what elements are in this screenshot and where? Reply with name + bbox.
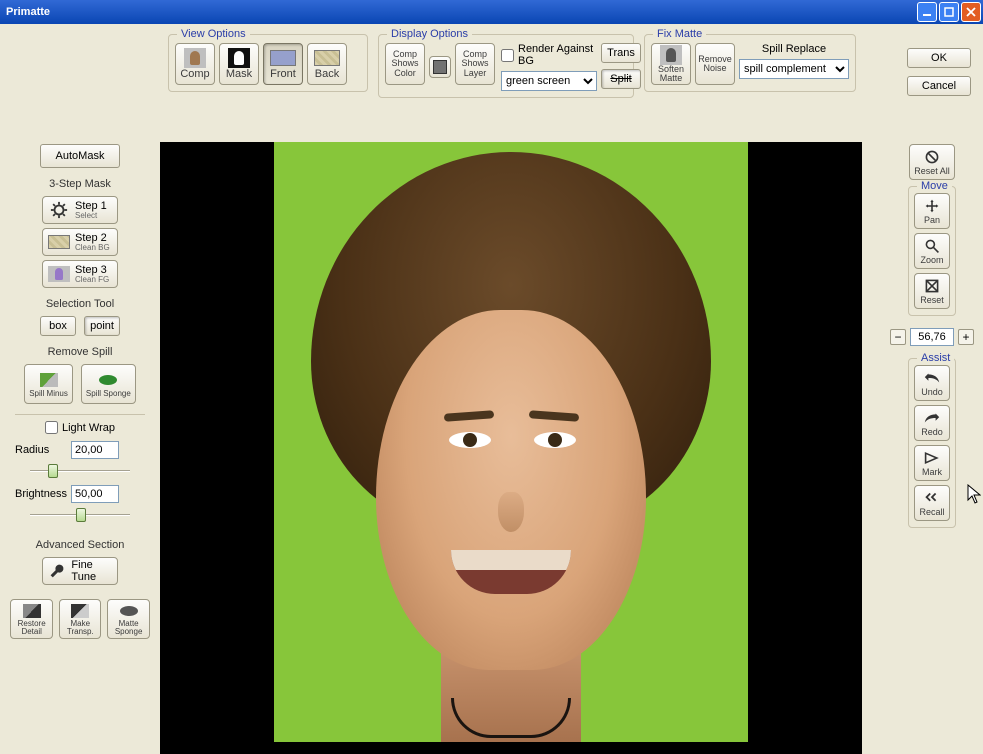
zoom-out-button[interactable]: −	[890, 329, 906, 345]
pan-button[interactable]: Pan	[914, 193, 950, 229]
close-button[interactable]	[961, 2, 981, 22]
automask-button[interactable]: AutoMask	[40, 144, 120, 168]
fix-matte-group: Fix Matte Soften Matte Remove Noise Spil…	[644, 34, 856, 92]
move-legend: Move	[917, 180, 952, 192]
brightness-label: Brightness	[15, 488, 65, 500]
step2-button[interactable]: Step 2Clean BG	[42, 228, 118, 256]
left-panel: AutoMask 3-Step Mask Step 1Select Step 2…	[10, 144, 150, 639]
ok-button[interactable]: OK	[907, 48, 971, 68]
comp-button[interactable]: Comp	[175, 43, 215, 85]
remove-spill-label: Remove Spill	[48, 346, 113, 358]
recall-icon	[922, 490, 942, 506]
radius-label: Radius	[15, 444, 65, 456]
front-button[interactable]: Front	[263, 43, 303, 85]
zoom-value-input[interactable]	[910, 328, 954, 346]
right-panel: Reset All Move Pan Zoom Reset −	[887, 144, 977, 530]
spill-minus-button[interactable]: Spill Minus	[24, 364, 73, 404]
swatch-icon	[433, 60, 447, 74]
step2-icon	[47, 233, 71, 251]
front-icon	[270, 49, 296, 67]
back-button[interactable]: Back	[307, 43, 347, 85]
back-icon	[314, 49, 340, 67]
zoom-button[interactable]: Zoom	[914, 233, 950, 269]
fix-matte-legend: Fix Matte	[653, 28, 706, 40]
titlebar: Primatte	[0, 0, 983, 24]
reset-all-icon	[922, 149, 942, 165]
radius-slider[interactable]	[30, 463, 130, 479]
fine-tune-button[interactable]: Fine Tune	[42, 557, 118, 585]
brightness-input[interactable]	[71, 485, 119, 503]
split-button[interactable]: Split	[601, 69, 641, 89]
minimize-button[interactable]	[917, 2, 937, 22]
reset-move-button[interactable]: Reset	[914, 273, 950, 309]
three-step-label: 3-Step Mask	[49, 178, 111, 190]
spill-sponge-button[interactable]: Spill Sponge	[81, 364, 136, 404]
brightness-slider[interactable]	[30, 507, 130, 523]
soften-icon	[658, 46, 684, 64]
zoom-in-button[interactable]: +	[958, 329, 974, 345]
make-transp-button[interactable]: Make Transp.	[59, 599, 101, 639]
bg-select[interactable]: green screen	[501, 71, 597, 91]
point-tool-button[interactable]: point	[84, 316, 120, 336]
recall-button[interactable]: Recall	[914, 485, 950, 521]
reset-all-button[interactable]: Reset All	[909, 144, 955, 180]
light-wrap-checkbox[interactable]: Light Wrap	[45, 421, 115, 434]
display-options-group: Display Options Comp Shows Color Comp Sh…	[378, 34, 634, 98]
restore-detail-button[interactable]: Restore Detail	[10, 599, 53, 639]
display-options-legend: Display Options	[387, 28, 472, 40]
restore-detail-icon	[19, 602, 45, 619]
assist-group: Assist Undo Redo Mark Recall	[908, 358, 956, 528]
undo-icon	[922, 370, 942, 386]
reset-icon	[922, 278, 942, 294]
spill-replace-select[interactable]: spill complement	[739, 59, 849, 79]
cursor-icon	[967, 484, 981, 504]
render-against-bg-checkbox[interactable]: Render Against BG	[501, 43, 597, 67]
gear-icon	[47, 201, 71, 219]
light-wrap-section: Light Wrap Radius Brightness	[15, 414, 145, 529]
step3-icon	[47, 265, 71, 283]
spill-minus-icon	[36, 371, 62, 389]
color-swatch-button[interactable]	[429, 56, 451, 78]
zoom-icon	[922, 238, 942, 254]
box-tool-button[interactable]: box	[40, 316, 76, 336]
comp-shows-color-button[interactable]: Comp Shows Color	[385, 43, 425, 85]
remove-noise-button[interactable]: Remove Noise	[695, 43, 735, 85]
mask-icon	[226, 49, 252, 67]
view-options-legend: View Options	[177, 28, 250, 40]
pan-icon	[922, 198, 942, 214]
spill-replace-label: Spill Replace	[762, 43, 826, 55]
redo-button[interactable]: Redo	[914, 405, 950, 441]
make-transp-icon	[67, 602, 93, 619]
radius-input[interactable]	[71, 441, 119, 459]
matte-sponge-button[interactable]: Matte Sponge	[107, 599, 150, 639]
comp-icon	[182, 49, 208, 67]
top-toolbars: View Options Comp Mask Front Back	[166, 32, 858, 100]
mark-button[interactable]: Mark	[914, 445, 950, 481]
mask-button[interactable]: Mask	[219, 43, 259, 85]
window-buttons	[915, 2, 981, 22]
maximize-button[interactable]	[939, 2, 959, 22]
matte-sponge-icon	[116, 602, 142, 619]
cancel-button[interactable]: Cancel	[907, 76, 971, 96]
preview-canvas[interactable]	[160, 142, 862, 754]
preview-image	[274, 142, 748, 742]
step3-button[interactable]: Step 3Clean FG	[42, 260, 118, 288]
view-options-group: View Options Comp Mask Front Back	[168, 34, 368, 92]
advanced-label: Advanced Section	[36, 539, 125, 551]
soften-matte-button[interactable]: Soften Matte	[651, 43, 691, 85]
redo-icon	[922, 410, 942, 426]
selection-tool-label: Selection Tool	[46, 298, 114, 310]
comp-shows-layer-button[interactable]: Comp Shows Layer	[455, 43, 495, 85]
ok-cancel-group: OK Cancel	[907, 48, 971, 96]
trans-button[interactable]: Trans	[601, 43, 641, 63]
assist-legend: Assist	[917, 352, 954, 364]
zoom-value-row: − +	[890, 328, 974, 346]
move-group: Move Pan Zoom Reset	[908, 186, 956, 316]
step1-button[interactable]: Step 1Select	[42, 196, 118, 224]
wrench-icon	[47, 562, 67, 580]
undo-button[interactable]: Undo	[914, 365, 950, 401]
spill-sponge-icon	[95, 371, 121, 389]
mark-icon	[922, 450, 942, 466]
window-title: Primatte	[6, 6, 915, 18]
